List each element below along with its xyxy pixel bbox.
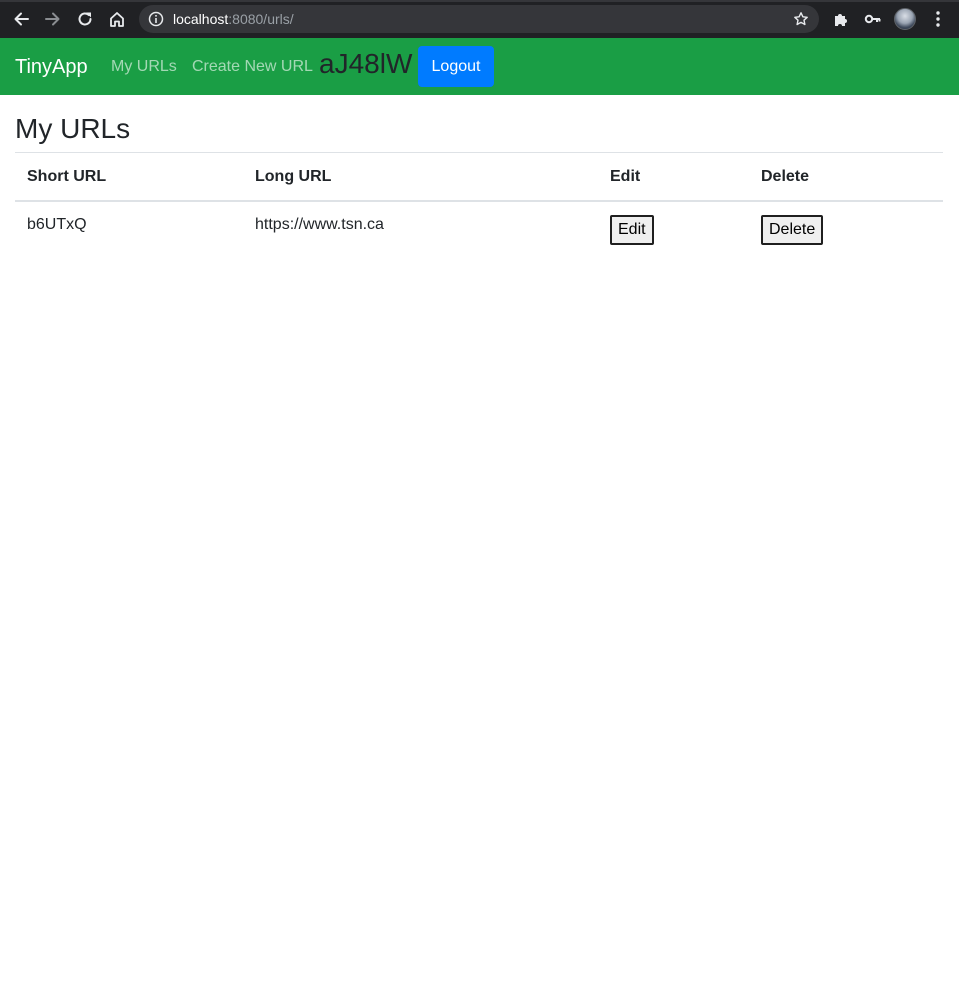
header-long-url: Long URL <box>243 153 598 202</box>
reload-icon[interactable] <box>74 8 96 30</box>
back-arrow-icon[interactable] <box>10 8 32 30</box>
brand-link[interactable]: TinyApp <box>15 56 88 78</box>
delete-cell: Delete <box>749 201 943 257</box>
url-host: localhost <box>173 11 229 27</box>
header-delete: Delete <box>749 153 943 202</box>
header-short-url: Short URL <box>15 153 243 202</box>
table-header-row: Short URL Long URL Edit Delete <box>15 153 943 202</box>
page-title: My URLs <box>15 113 131 144</box>
star-icon[interactable] <box>793 11 809 27</box>
avatar[interactable] <box>894 8 916 30</box>
urls-table: Short URL Long URL Edit Delete b6UTxQ ht… <box>15 153 943 257</box>
logout-button[interactable]: Logout <box>418 46 494 87</box>
address-bar[interactable]: localhost:8080/urls/ <box>139 5 819 33</box>
edit-button[interactable]: Edit <box>610 215 654 245</box>
delete-button[interactable]: Delete <box>761 215 824 245</box>
table-row: b6UTxQ https://www.tsn.ca Edit Delete <box>15 201 943 257</box>
header-edit: Edit <box>598 153 749 202</box>
info-icon[interactable] <box>148 11 164 27</box>
tab-strip-edge <box>0 0 959 2</box>
url-text[interactable]: localhost:8080/urls/ <box>173 11 294 27</box>
key-icon[interactable] <box>864 10 882 28</box>
forward-arrow-icon[interactable] <box>42 8 64 30</box>
menu-dots-icon[interactable] <box>930 10 946 28</box>
nav-link-my-urls[interactable]: My URLs <box>111 57 177 77</box>
app-navbar: TinyApp My URLs Create New URL aJ48lW Lo… <box>0 38 959 95</box>
long-url-cell: https://www.tsn.ca <box>255 216 384 233</box>
browser-toolbar: localhost:8080/urls/ <box>0 0 959 38</box>
user-id-label: aJ48lW <box>319 48 413 79</box>
puzzle-icon[interactable] <box>832 10 850 28</box>
edit-cell: Edit <box>598 201 749 257</box>
nav-link-create-new-url[interactable]: Create New URL <box>192 57 313 77</box>
short-url-cell: b6UTxQ <box>27 216 87 233</box>
home-icon[interactable] <box>106 8 128 30</box>
url-path: :8080/urls/ <box>228 11 294 27</box>
